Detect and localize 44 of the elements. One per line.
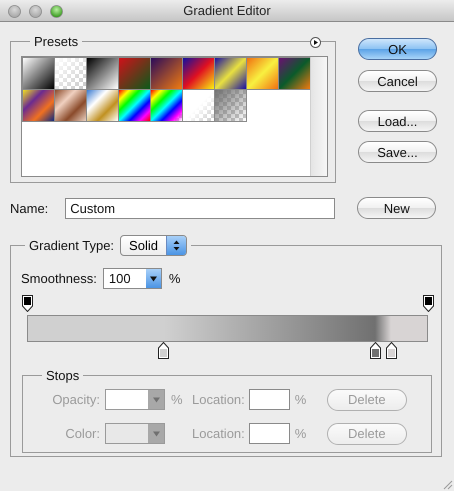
dialog-button[interactable]: Load...	[358, 110, 437, 132]
color-stop-marker[interactable]	[370, 342, 382, 359]
dialog-button[interactable]: OK	[358, 38, 437, 60]
gradient-preset[interactable]	[22, 56, 54, 90]
name-field[interactable]: Custom	[65, 198, 336, 218]
location-label: Location:	[192, 392, 245, 407]
dropdown-arrow-icon	[152, 430, 160, 436]
gradient-type-popup[interactable]: Solid	[120, 235, 187, 256]
color-stop-marker[interactable]	[386, 342, 398, 359]
close-button[interactable]	[8, 5, 21, 18]
gradient-type-label: Gradient Type:	[29, 238, 114, 253]
window-title: Gradient Editor	[182, 3, 272, 18]
gradient-preset[interactable]	[118, 88, 150, 122]
smoothness-field[interactable]: 100	[102, 268, 162, 289]
stop-field-label: Color:	[64, 426, 100, 441]
percent-label: %	[294, 426, 308, 441]
dropdown-arrow-icon	[152, 396, 160, 402]
gradient-preset[interactable]	[214, 56, 246, 90]
gradient-preset[interactable]	[150, 88, 182, 122]
gradient-preset[interactable]	[86, 56, 118, 90]
opacity-stop-marker[interactable]	[422, 295, 434, 312]
stop-field-label: Opacity:	[51, 392, 100, 407]
minimize-button[interactable]	[29, 5, 42, 18]
percent-label: %	[168, 271, 180, 286]
dialog-button[interactable]: Cancel	[358, 70, 437, 92]
zoom-button[interactable]	[50, 5, 63, 18]
gradient-preset[interactable]	[278, 56, 310, 90]
resize-grip-icon[interactable]	[442, 479, 453, 490]
menu-icon[interactable]	[310, 37, 321, 48]
color-stop-marker[interactable]	[158, 342, 169, 359]
scrollbar[interactable]	[310, 57, 327, 176]
smoothness-label: Smoothness:	[21, 271, 97, 286]
group-label: Stops	[45, 368, 80, 383]
group-label: Presets	[33, 34, 80, 49]
opacity-stop-marker[interactable]	[22, 295, 32, 312]
gradient-preset[interactable]	[182, 56, 214, 90]
dialog-button[interactable]: Save...	[358, 141, 437, 163]
location-label: Location:	[192, 426, 245, 441]
percent-label: %	[294, 392, 308, 407]
dropdown-arrow-icon	[150, 276, 157, 282]
percent-label: %	[170, 392, 184, 407]
new-button[interactable]: New	[357, 197, 436, 219]
name-label: Name:	[10, 200, 48, 216]
up-down-arrows-icon	[172, 240, 180, 251]
